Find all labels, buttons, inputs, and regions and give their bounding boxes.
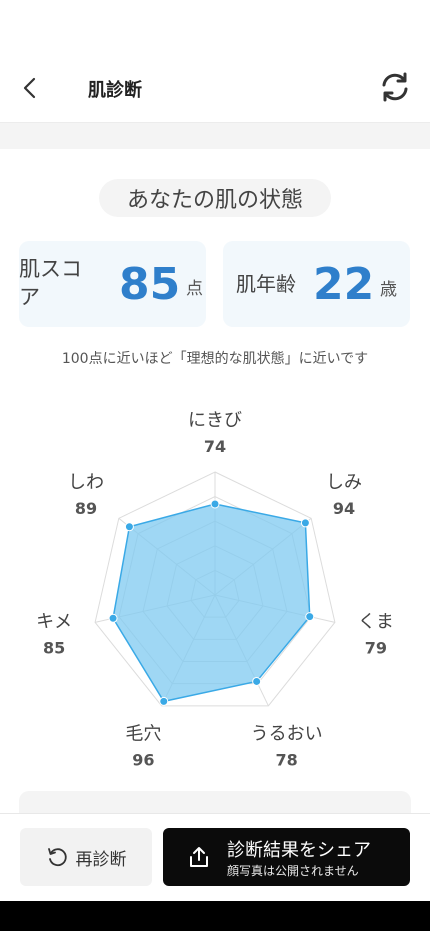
system-nav-bar xyxy=(0,901,430,931)
skin-score-value: 85 xyxy=(119,259,181,310)
page-title: 肌診断 xyxy=(88,80,142,101)
share-results-button[interactable]: 診断結果をシェア 顔写真は公開されません xyxy=(163,828,410,886)
radar-axis-label: くま xyxy=(358,612,394,633)
rediagnose-label: 再診断 xyxy=(75,849,127,870)
radar-axis-label: キメ xyxy=(36,612,72,633)
radar-axis-value: 74 xyxy=(204,437,226,456)
section-divider xyxy=(0,123,430,149)
radar-axis-value: 89 xyxy=(75,499,97,518)
radar-axis-value: 85 xyxy=(43,639,65,658)
share-icon xyxy=(190,847,208,867)
radar-data-point xyxy=(252,676,262,686)
radar-axis-label: 毛穴 xyxy=(125,724,161,745)
skin-age-card: 肌年齢 22 歳 xyxy=(223,241,410,327)
skin-score-label: 肌スコア xyxy=(19,257,82,309)
skin-score-card: 肌スコア 85 点 xyxy=(19,241,206,327)
skin-age-unit: 歳 xyxy=(380,280,397,300)
radar-data-point xyxy=(210,499,220,509)
share-subtitle: 顔写真は公開されません xyxy=(227,864,359,878)
refresh-icon[interactable] xyxy=(378,70,412,104)
section-title: あなたの肌の状態 xyxy=(99,179,331,217)
back-icon[interactable] xyxy=(16,74,44,102)
share-title: 診断結果をシェア xyxy=(227,840,371,861)
skin-age-value: 22 xyxy=(313,259,375,310)
radar-axis-value: 96 xyxy=(132,751,154,770)
radar-data-point xyxy=(108,613,118,623)
radar-data-point xyxy=(305,612,315,622)
radar-data-point xyxy=(159,696,169,706)
radar-axis-label: うるおい xyxy=(251,724,323,745)
radar-axis-label: しみ xyxy=(326,472,362,493)
radar-axis-label: しわ xyxy=(68,472,104,493)
rediagnose-button[interactable]: 再診断 xyxy=(20,828,152,886)
skin-score-unit: 点 xyxy=(186,279,203,299)
action-bar: 再診断 診断結果をシェア 顔写真は公開されません xyxy=(0,813,430,902)
radar-data-area xyxy=(112,503,311,703)
radar-data-point xyxy=(300,518,310,528)
skin-age-label: 肌年齢 xyxy=(236,272,296,296)
score-note: 100点に近いほど「理想的な肌状態」に近いです xyxy=(61,351,369,367)
radar-chart: にきび 74 しみ 94 くま 79 うるおい 78 毛穴 96 キメ 85 しわ 89 xyxy=(36,410,394,770)
radar-axis-value: 78 xyxy=(275,751,297,770)
radar-axis-label: にきび xyxy=(188,410,242,431)
radar-axis-value: 94 xyxy=(333,499,355,518)
radar-axis-value: 79 xyxy=(365,639,387,658)
app-header: 肌診断 xyxy=(0,0,430,123)
radar-data-point xyxy=(124,522,134,532)
history-icon xyxy=(47,848,67,867)
